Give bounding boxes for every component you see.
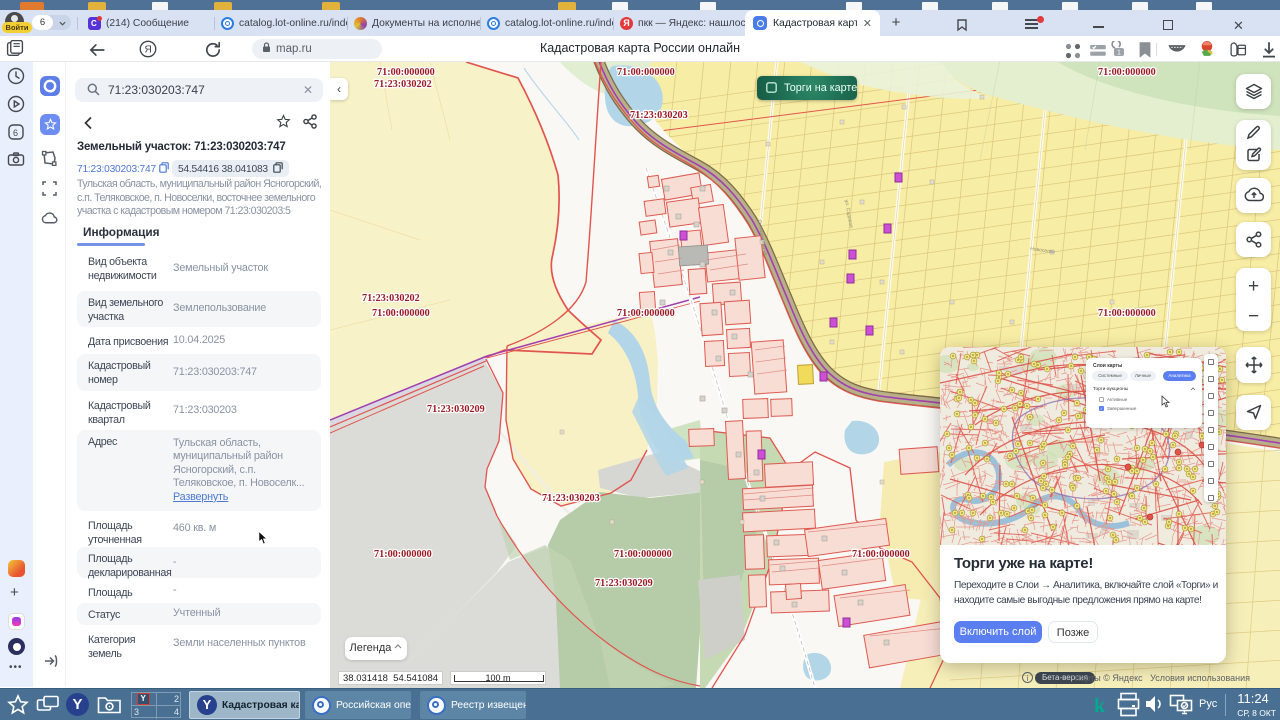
svg-text:71:23:030202: 71:23:030202 [374, 79, 432, 90]
svg-text:71:00:000000: 71:00:000000 [374, 549, 432, 560]
svg-text:71:00:000000: 71:00:000000 [852, 549, 910, 560]
svg-text:71:00:000000: 71:00:000000 [377, 67, 435, 78]
svg-text:71:00:000000: 71:00:000000 [1098, 67, 1156, 78]
svg-text:1: 1 [1117, 50, 1121, 57]
svg-text:71:00:000000: 71:00:000000 [1098, 308, 1156, 319]
svg-text:71:23:030209: 71:23:030209 [427, 404, 485, 415]
svg-text:71:00:000000: 71:00:000000 [372, 308, 430, 319]
svg-text:71:00:000000: 71:00:000000 [614, 549, 672, 560]
svg-text:71:23:030203: 71:23:030203 [630, 110, 688, 121]
svg-text:71:00:000000: 71:00:000000 [617, 308, 675, 319]
svg-text:71:23:030202: 71:23:030202 [362, 293, 420, 304]
svg-text:Я: Я [145, 45, 152, 56]
svg-text:71:23:030203: 71:23:030203 [542, 493, 600, 504]
svg-text:6: 6 [13, 128, 18, 138]
svg-text:71:23:030209: 71:23:030209 [595, 578, 653, 589]
svg-text:71:00:000000: 71:00:000000 [617, 67, 675, 78]
